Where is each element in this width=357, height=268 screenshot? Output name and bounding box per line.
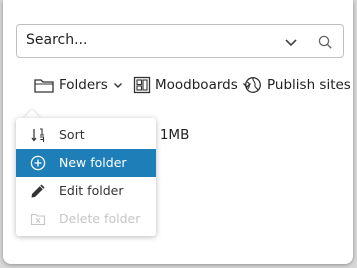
folders-label: Folders [59,77,108,93]
plus-circle-icon [30,155,46,171]
moodboard-icon [133,76,151,94]
menu-item-edit-folder[interactable]: Edit folder [16,177,156,205]
menu-item-label: Sort [59,127,85,142]
app-panel: Search... Folders Moodboards Publish sit… [3,0,353,264]
folders-button[interactable]: Folders [33,72,124,98]
menu-item-label: Delete folder [59,211,141,226]
menu-item-label: New folder [59,155,127,170]
menu-item-label: Edit folder [59,183,124,198]
menu-item-sort[interactable]: Sort [16,121,156,149]
folder-icon [34,79,54,93]
toolbar: Folders Moodboards Publish sites [3,72,353,98]
menu-item-new-folder[interactable]: New folder [16,149,156,177]
delete-folder-icon [30,213,46,226]
moodboards-label: Moodboards [155,77,238,93]
globe-icon [245,77,261,93]
publish-sites-button[interactable]: Publish sites [244,72,351,98]
folder-dropdown-menu: Sort New folder Edit folder Delete folde… [16,118,156,236]
menu-item-delete-folder: Delete folder [16,205,156,233]
search-icon[interactable] [317,34,333,50]
chevron-down-icon[interactable] [283,34,299,50]
sort-icon [31,128,45,142]
search-input[interactable]: Search... [26,32,87,48]
pencil-icon [31,184,45,198]
publish-sites-label: Publish sites [267,77,351,93]
chevron-down-icon [113,83,122,88]
search-box[interactable]: Search... [16,24,344,58]
moodboards-button[interactable]: Moodboards [133,72,253,98]
